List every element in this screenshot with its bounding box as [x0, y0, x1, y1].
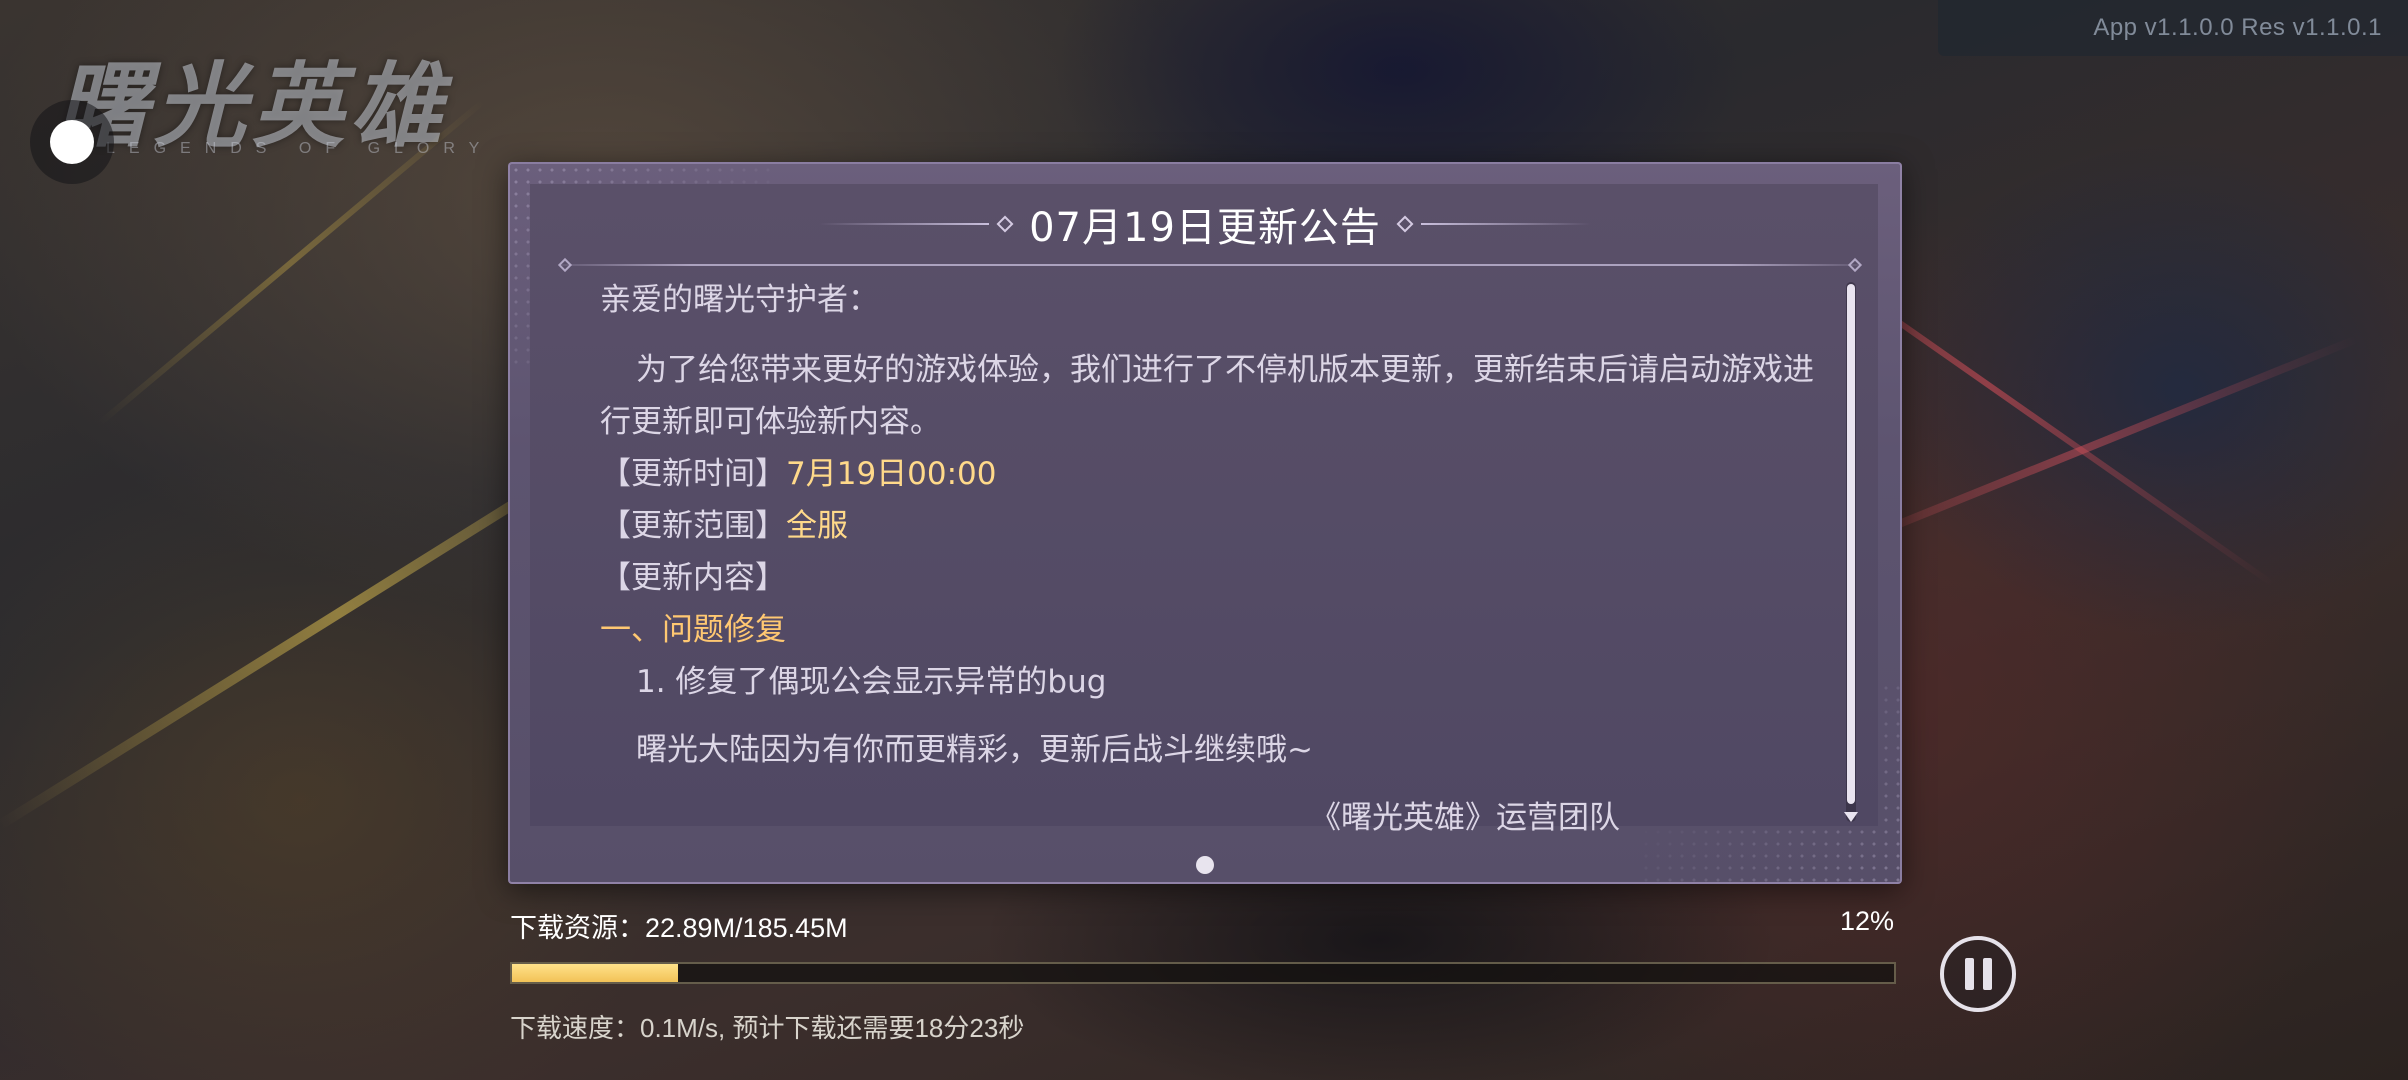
floating-assist-button[interactable] — [30, 100, 114, 184]
title-ornament-line — [1420, 223, 1591, 225]
scroll-down-arrow-icon — [1844, 812, 1858, 822]
game-logo: 曙光英雄 LEGENDS OF GLORY — [56, 32, 536, 162]
scrollbar-thumb[interactable] — [1847, 284, 1855, 804]
download-resource-label: 下载资源：22.89M/185.45M — [510, 913, 848, 943]
update-time-value: 7月19日00:00 — [786, 456, 997, 492]
notice-closing: 曙光大陆因为有你而更精彩，更新后战斗继续哦~ — [636, 732, 1313, 768]
pause-icon — [1982, 958, 1992, 990]
page-indicator-dot[interactable] — [1196, 856, 1214, 874]
download-speed-label: 下载速度：0.1M/s, 预计下载还需要18分23秒 — [510, 1013, 1025, 1043]
version-label: App v1.1.0.0 Res v1.1.0.1 — [2093, 14, 2382, 41]
update-scope-label: 【更新范围】 — [600, 508, 786, 544]
pause-button[interactable] — [1940, 936, 2016, 1012]
logo-subtitle: LEGENDS OF GLORY — [106, 140, 494, 157]
diamond-icon — [1396, 215, 1414, 233]
list-item: 1. 修复了偶现公会显示异常的bug — [636, 664, 1107, 700]
title-ornament-line — [819, 223, 990, 225]
download-progress-fill — [512, 964, 678, 982]
notice-title: 07月19日更新公告 — [1029, 205, 1381, 251]
update-content-label: 【更新内容】 — [600, 560, 786, 596]
update-time-label: 【更新时间】 — [600, 456, 786, 492]
notice-intro: 为了给您带来更好的游戏体验，我们进行了不停机版本更新，更新结束后请启动游戏进行更… — [600, 352, 1814, 440]
notice-title-row: 07月19日更新公告 — [510, 194, 1900, 254]
update-time-line: 【更新时间】7月19日00:00 — [600, 448, 1820, 500]
download-percent: 12% — [1839, 906, 1894, 936]
floating-assist-icon — [50, 120, 94, 164]
version-bar: App v1.1.0.0 Res v1.1.0.1 — [1938, 0, 2408, 56]
notice-signature: 《曙光英雄》运营团队 — [1310, 800, 1620, 836]
diamond-icon — [996, 215, 1014, 233]
update-scope-line: 【更新范围】全服 — [600, 500, 1820, 552]
notice-body[interactable]: 亲爱的曙光守护者： 为了给您带来更好的游戏体验，我们进行了不停机版本更新，更新结… — [600, 274, 1820, 840]
section-title: 一、问题修复 — [600, 612, 786, 648]
notice-greeting: 亲爱的曙光守护者： — [600, 282, 879, 318]
update-scope-value: 全服 — [786, 508, 848, 544]
title-divider — [560, 264, 1860, 266]
pause-icon — [1964, 958, 1974, 990]
download-progress-bar — [510, 962, 1896, 984]
notice-panel: 07月19日更新公告 亲爱的曙光守护者： 为了给您带来更好的游戏体验，我们进行了… — [508, 162, 1902, 884]
background-shape — [1880, 140, 2408, 640]
